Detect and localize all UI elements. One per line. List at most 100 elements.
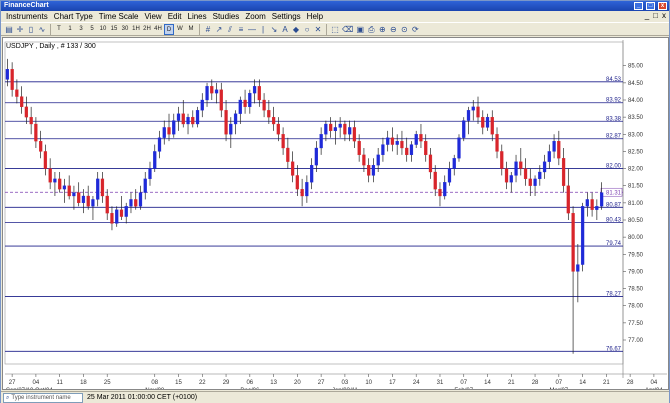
- hline-icon[interactable]: —: [247, 24, 257, 35]
- menu-instruments[interactable]: Instruments: [3, 11, 51, 22]
- y-tick-label: 82.50: [628, 149, 644, 155]
- candle-body: [481, 116, 485, 128]
- candle-body: [523, 168, 528, 180]
- candle-body: [67, 185, 71, 197]
- grid-icon[interactable]: #: [203, 24, 213, 35]
- print-icon[interactable]: ⎙: [366, 24, 376, 35]
- crosshair-icon[interactable]: ✛: [15, 24, 25, 35]
- close-button[interactable]: x: [658, 2, 667, 10]
- timeframe-1h[interactable]: 1H: [131, 24, 141, 35]
- candle-body: [200, 99, 204, 111]
- mdi-restore-button[interactable]: □: [653, 11, 658, 20]
- timeframe-tick[interactable]: T: [54, 24, 64, 35]
- candle-body: [257, 86, 261, 101]
- zoom-out-icon[interactable]: ⊖: [388, 24, 398, 35]
- mdi-controls: _ □ x: [645, 11, 666, 20]
- mdi-minimize-button[interactable]: _: [645, 11, 649, 20]
- y-tick-label: 84.50: [628, 81, 644, 87]
- timeframe-3m[interactable]: 3: [76, 24, 86, 35]
- instrument-search-input[interactable]: ⌕ Type instrument name: [3, 392, 83, 403]
- candle-body: [371, 164, 376, 176]
- menu-time-scale[interactable]: Time Scale: [96, 11, 142, 22]
- fibonacci-icon[interactable]: ≡: [236, 24, 246, 35]
- minimize-button[interactable]: _: [634, 2, 643, 10]
- candle-body: [214, 89, 219, 94]
- ellipse-icon[interactable]: ○: [302, 24, 312, 35]
- candle-body: [500, 151, 504, 169]
- level-label: 82.00: [606, 164, 622, 170]
- timeframe-monthly[interactable]: M: [186, 24, 196, 35]
- marker-icon[interactable]: ◆: [291, 24, 301, 35]
- timeframe-15m[interactable]: 15: [109, 24, 119, 35]
- timeframe-30m[interactable]: 30: [120, 24, 130, 35]
- candle-body: [509, 175, 513, 183]
- x-tick-label: 08: [151, 380, 158, 386]
- menu-edit[interactable]: Edit: [165, 11, 185, 22]
- x-tick-label: 22: [199, 380, 206, 386]
- menu-view[interactable]: View: [142, 11, 165, 22]
- x-tick-label: 11: [57, 380, 64, 386]
- save-icon[interactable]: ▣: [355, 24, 365, 35]
- window-title: FinanceChart: [4, 2, 49, 9]
- arrow-icon[interactable]: ↘: [269, 24, 279, 35]
- timeframe-4h[interactable]: 4H: [153, 24, 163, 35]
- mdi-close-button[interactable]: x: [662, 11, 666, 20]
- menu-settings[interactable]: Settings: [269, 11, 304, 22]
- x-tick-label: 20: [294, 380, 301, 386]
- candle-icon[interactable]: ▯: [26, 24, 36, 35]
- menu-lines[interactable]: Lines: [185, 11, 210, 22]
- line-chart-icon[interactable]: ∿: [37, 24, 47, 35]
- timeframe-weekly[interactable]: W: [175, 24, 185, 35]
- timeframe-2h[interactable]: 2H: [142, 24, 152, 35]
- menu-chart-type[interactable]: Chart Type: [51, 11, 96, 22]
- chart-icon[interactable]: ▤: [4, 24, 14, 35]
- candle-body: [514, 161, 518, 176]
- candle-body: [533, 178, 537, 186]
- y-tick-label: 82.00: [628, 167, 644, 173]
- timeframe-1m[interactable]: 1: [65, 24, 75, 35]
- candle-body: [300, 188, 304, 197]
- remove-icon[interactable]: ⌫: [341, 24, 354, 35]
- refresh-icon[interactable]: ⟳: [410, 24, 420, 35]
- zoom-in-icon[interactable]: ⊕: [377, 24, 387, 35]
- candle-body: [229, 123, 233, 135]
- candle-body: [281, 134, 285, 149]
- candle-body: [519, 161, 523, 169]
- candle-body: [538, 171, 542, 180]
- timeframe-5m[interactable]: 5: [87, 24, 97, 35]
- current-price-label: 81.31: [606, 191, 622, 197]
- candle-body: [276, 123, 280, 135]
- candle-body: [20, 96, 24, 108]
- zoom-fit-icon[interactable]: ⊙: [399, 24, 409, 35]
- trend-icon[interactable]: ↗: [214, 24, 224, 35]
- menu-studies[interactable]: Studies: [210, 11, 243, 22]
- search-icon: ⌕: [6, 394, 10, 401]
- candle-body: [542, 161, 547, 173]
- candle-body: [233, 113, 238, 125]
- candle-body: [305, 182, 309, 197]
- timeframe-daily[interactable]: D: [164, 23, 174, 35]
- y-tick-label: 84.00: [628, 98, 644, 104]
- x-tick-label: 17: [389, 380, 396, 386]
- chart-panel[interactable]: 84.53 83.92 83.38 82.87 82.00 80.87 80.43 79.74…: [2, 37, 669, 394]
- x-tick-label: 21: [603, 380, 610, 386]
- candle-body: [319, 134, 323, 149]
- candle-body: [357, 140, 361, 156]
- maximize-button[interactable]: □: [646, 2, 655, 10]
- candle-body: [314, 147, 319, 166]
- pointer-icon[interactable]: ⬚: [330, 24, 340, 35]
- menu-zoom[interactable]: Zoom: [242, 11, 268, 22]
- vline-icon[interactable]: |: [258, 24, 268, 35]
- x-tick-label: 21: [508, 380, 515, 386]
- candle-body: [248, 92, 252, 108]
- channel-icon[interactable]: ⫽: [225, 24, 235, 35]
- timeframe-10m[interactable]: 10: [98, 24, 108, 35]
- candle-body: [381, 144, 385, 156]
- delete-icon[interactable]: ✕: [313, 24, 323, 35]
- text-icon[interactable]: A: [280, 24, 290, 35]
- x-tick-label: 13: [270, 380, 277, 386]
- candle-body: [405, 147, 409, 156]
- menu-help[interactable]: Help: [304, 11, 326, 22]
- candle-body: [585, 199, 589, 207]
- price-chart[interactable]: 84.53 83.92 83.38 82.87 82.00 80.87 80.43 79.74…: [3, 38, 668, 394]
